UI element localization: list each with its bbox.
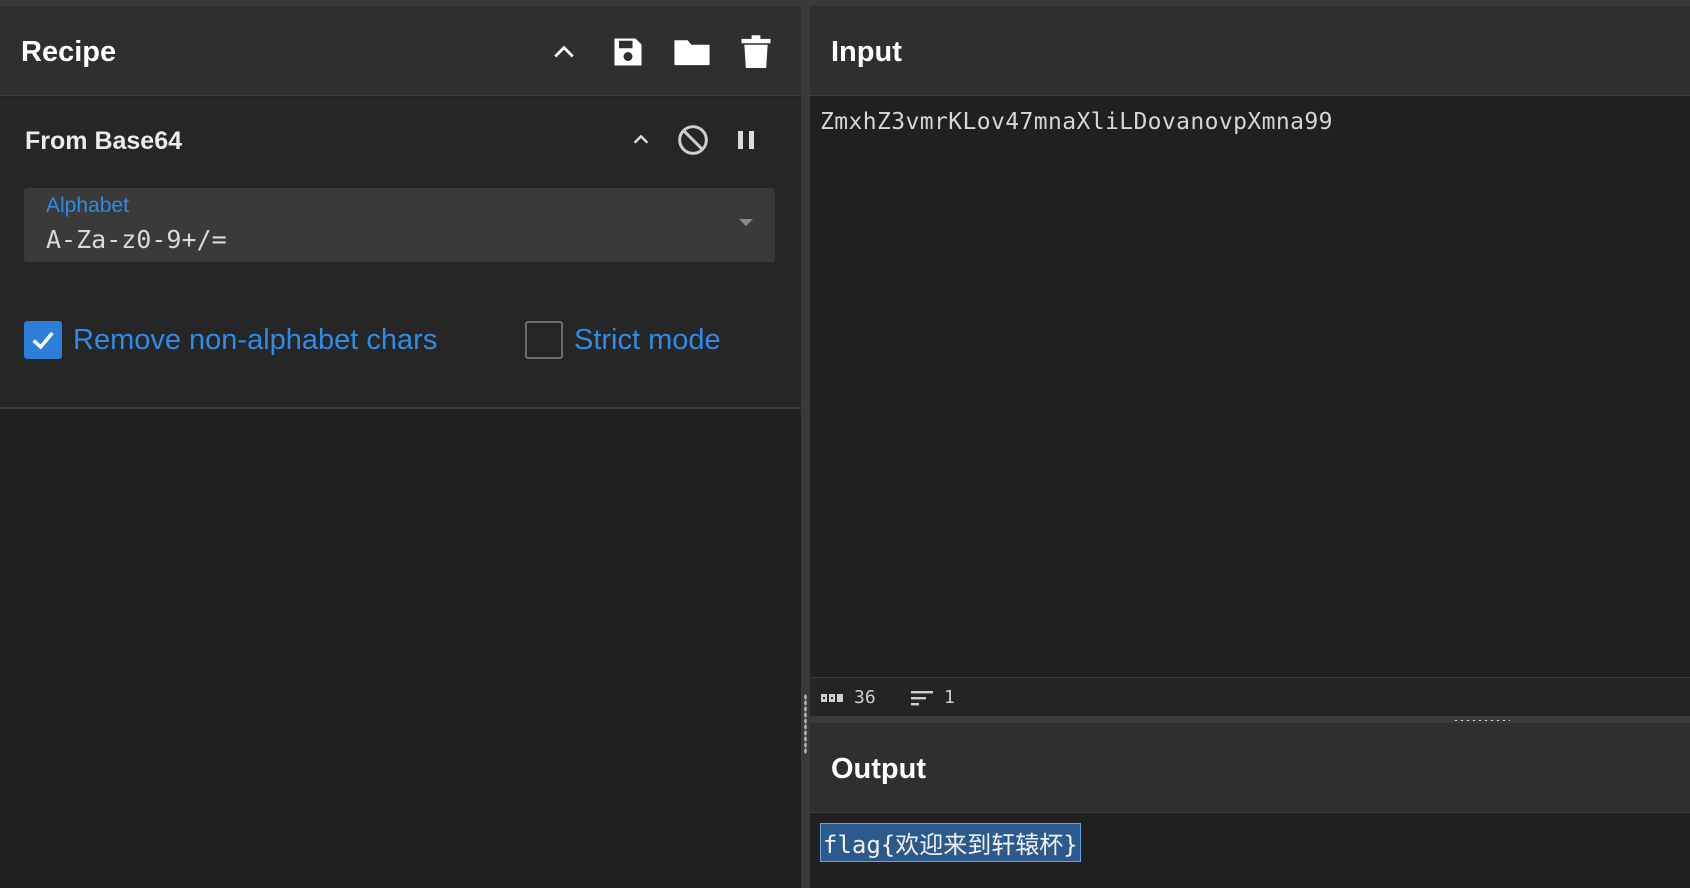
recipe-header: Recipe [0, 6, 801, 96]
trash-icon[interactable] [737, 33, 775, 71]
vertical-splitter[interactable] [801, 6, 810, 888]
remove-non-alphabet-checkbox[interactable]: Remove non-alphabet chars [24, 321, 437, 359]
abc-icon [821, 693, 843, 702]
empty-checkbox-icon[interactable] [525, 321, 563, 359]
input-header: Input [810, 6, 1690, 96]
lines-icon [911, 690, 933, 705]
strict-mode-checkbox[interactable]: Strict mode [525, 321, 721, 359]
input-textarea[interactable]: ZmxhZ3vmrKLov47mnaXliLDovanovpXmna99 [820, 109, 1333, 135]
operation-title: From Base64 [25, 127, 183, 155]
char-count: 36 [820, 687, 876, 708]
input-status-bar: 36 1 [810, 677, 1690, 716]
chevron-up-icon[interactable] [545, 33, 583, 71]
splitter-grip-icon[interactable] [804, 694, 807, 754]
cyberchef-window: Recipe From Base64 Alphabet A-Za-z0-9+/=… [0, 0, 1690, 888]
alphabet-label: Alphabet [46, 194, 129, 217]
alphabet-select[interactable]: Alphabet A-Za-z0-9+/= [24, 188, 775, 262]
recipe-pane: Recipe From Base64 Alphabet A-Za-z0-9+/=… [0, 6, 801, 888]
line-count: 1 [910, 687, 955, 708]
char-count-value: 36 [854, 687, 876, 708]
output-text-selected[interactable]: flag{欢迎来到轩辕杯} [820, 823, 1081, 862]
alphabet-value: A-Za-z0-9+/= [46, 225, 227, 254]
output-pane: Output flag{欢迎来到轩辕杯} [810, 723, 1690, 888]
dropdown-caret-icon [739, 219, 753, 226]
save-icon[interactable] [609, 33, 647, 71]
pause-icon[interactable] [727, 121, 765, 159]
collapse-operation-icon[interactable] [622, 121, 660, 159]
remove-non-alphabet-label: Remove non-alphabet chars [73, 323, 438, 356]
input-title: Input [831, 36, 902, 68]
output-header: Output [810, 723, 1690, 813]
strict-mode-label: Strict mode [574, 323, 721, 356]
line-count-value: 1 [944, 687, 955, 708]
folder-icon[interactable] [673, 33, 711, 71]
operation-from-base64: From Base64 Alphabet A-Za-z0-9+/= Remove… [0, 97, 801, 409]
disable-icon[interactable] [674, 121, 712, 159]
checkmark-icon[interactable] [24, 321, 62, 359]
output-title: Output [831, 753, 927, 785]
splitter-grip-icon[interactable] [1453, 719, 1510, 722]
recipe-title: Recipe [21, 36, 117, 68]
horizontal-splitter[interactable] [810, 716, 1690, 723]
input-pane: Input ZmxhZ3vmrKLov47mnaXliLDovanovpXmna… [810, 6, 1690, 716]
